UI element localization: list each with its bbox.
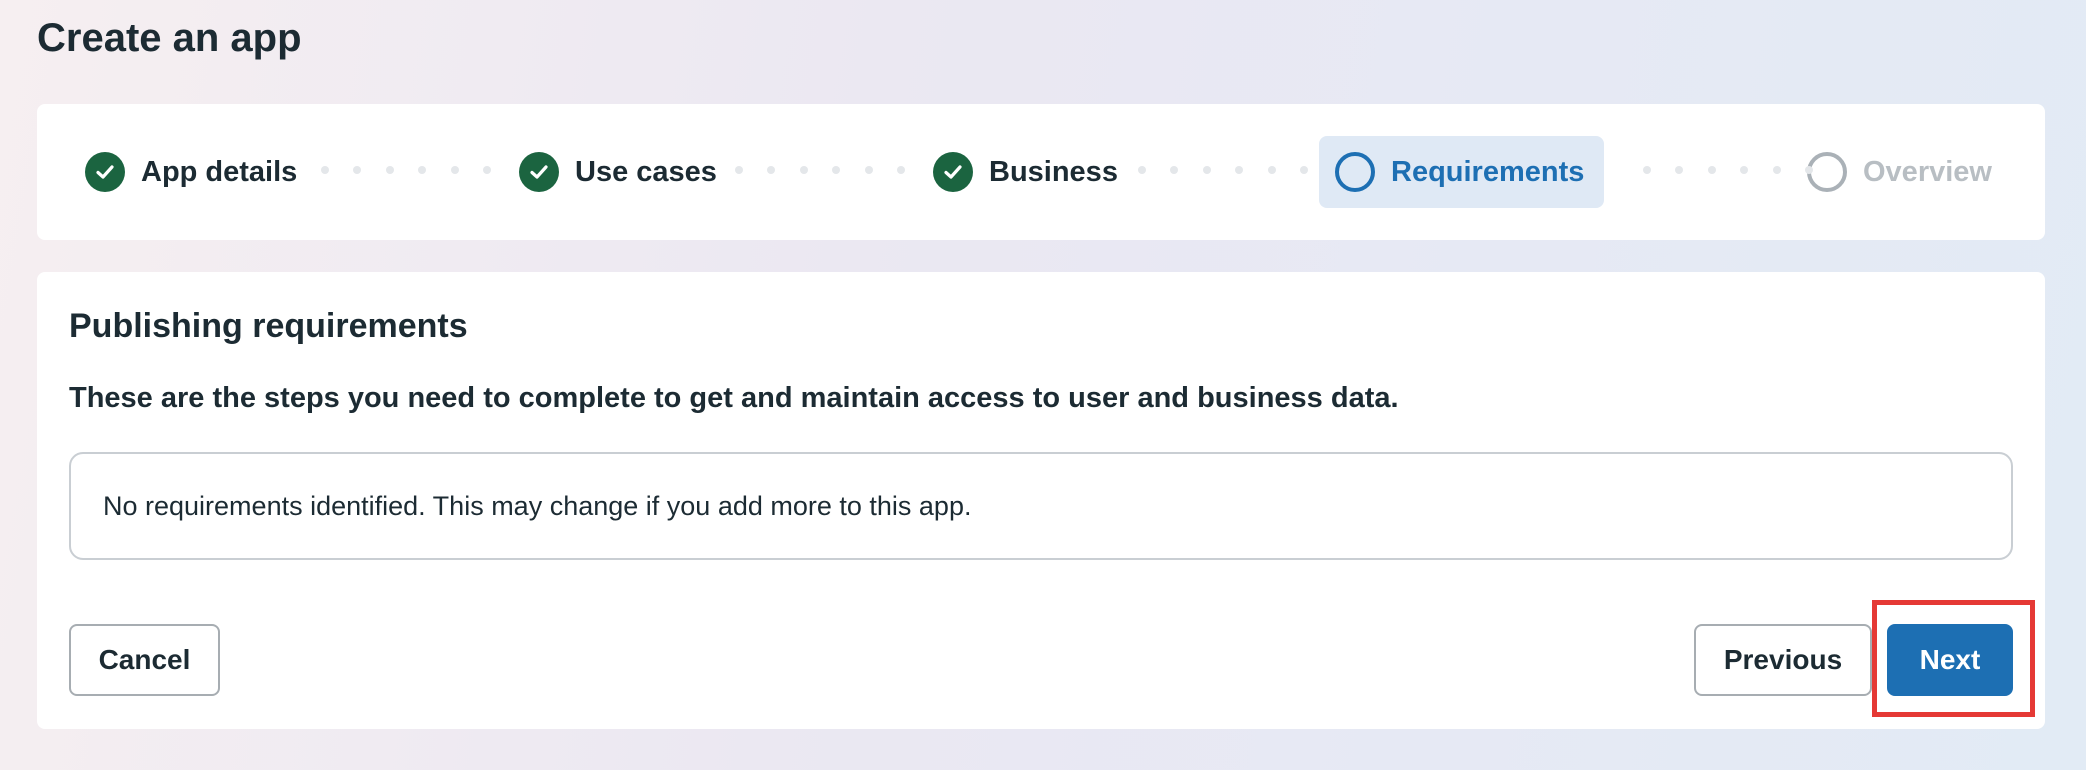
step-connector xyxy=(735,166,905,174)
step-connector xyxy=(1643,166,1813,174)
requirements-info-box: No requirements identified. This may cha… xyxy=(69,452,2013,560)
step-app-details[interactable]: App details xyxy=(85,136,297,208)
step-label: Use cases xyxy=(575,155,717,188)
check-circle-icon xyxy=(933,152,973,192)
step-requirements[interactable]: Requirements xyxy=(1319,136,1604,208)
next-button[interactable]: Next xyxy=(1887,624,2013,696)
check-circle-icon xyxy=(519,152,559,192)
empty-circle-icon xyxy=(1335,152,1375,192)
cancel-button[interactable]: Cancel xyxy=(69,624,220,696)
step-business[interactable]: Business xyxy=(933,136,1118,208)
info-message: No requirements identified. This may cha… xyxy=(103,490,972,521)
step-connector xyxy=(1138,166,1308,174)
step-connector xyxy=(321,166,491,174)
requirements-card: Publishing requirements These are the st… xyxy=(37,272,2045,729)
step-overview[interactable]: Overview xyxy=(1807,136,1992,208)
step-use-cases[interactable]: Use cases xyxy=(519,136,717,208)
section-description: These are the steps you need to complete… xyxy=(69,382,1399,414)
empty-circle-icon xyxy=(1807,152,1847,192)
page-title: Create an app xyxy=(37,16,302,60)
previous-button[interactable]: Previous xyxy=(1694,624,1872,696)
step-label: App details xyxy=(141,155,298,188)
section-title: Publishing requirements xyxy=(69,307,468,345)
check-circle-icon xyxy=(85,152,125,192)
step-label: Overview xyxy=(1863,155,1992,188)
step-label: Requirements xyxy=(1391,155,1585,188)
step-label: Business xyxy=(989,155,1118,188)
